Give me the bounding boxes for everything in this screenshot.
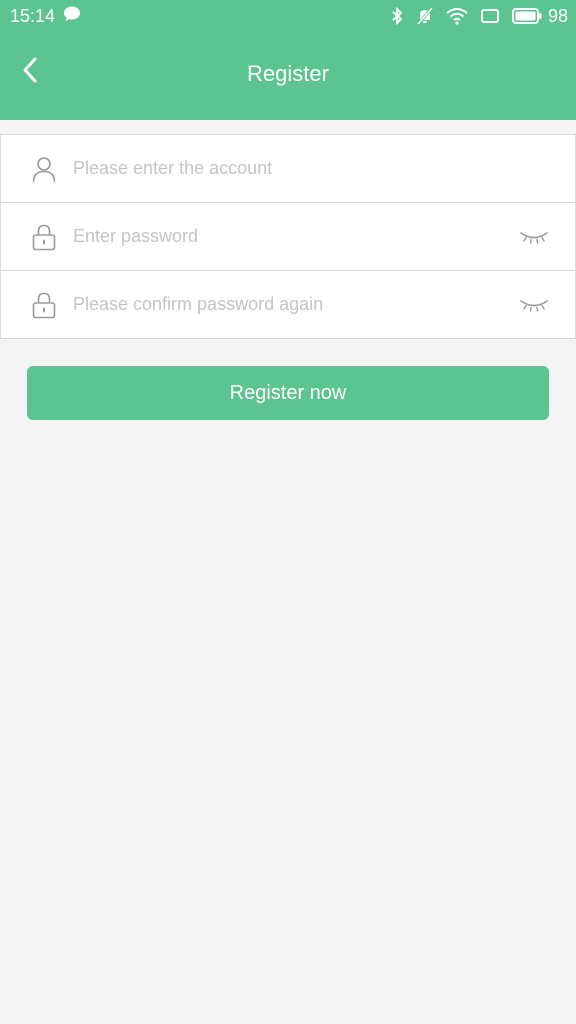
register-now-button[interactable]: Register now — [27, 366, 549, 420]
wifi-icon — [446, 7, 468, 25]
status-bar: 15:14 98 — [0, 0, 576, 32]
screen-icon — [480, 8, 500, 24]
password-row — [0, 203, 576, 271]
confirm-password-input[interactable] — [73, 271, 493, 338]
app-bar: Register — [0, 32, 576, 120]
chat-bubble-icon — [63, 6, 81, 27]
lock-icon — [31, 291, 57, 319]
eye-closed-icon[interactable] — [519, 297, 549, 313]
battery-level: 98 — [547, 5, 568, 26]
lock-icon — [31, 223, 57, 251]
account-input[interactable] — [73, 135, 493, 202]
user-icon — [31, 155, 57, 183]
status-time: 15:14 — [10, 5, 56, 26]
eye-closed-icon[interactable] — [519, 229, 549, 245]
status-left: 15:14 — [10, 6, 81, 27]
register-form — [0, 134, 576, 339]
account-row — [0, 135, 576, 203]
battery: 98 — [511, 5, 568, 27]
confirm-password-row — [0, 271, 576, 339]
battery-icon — [511, 8, 542, 24]
page-title: Register — [247, 61, 329, 86]
status-right: 98 — [390, 6, 568, 27]
notifications-off-icon — [416, 7, 434, 25]
password-input[interactable] — [73, 203, 493, 270]
bluetooth-icon — [390, 7, 404, 25]
